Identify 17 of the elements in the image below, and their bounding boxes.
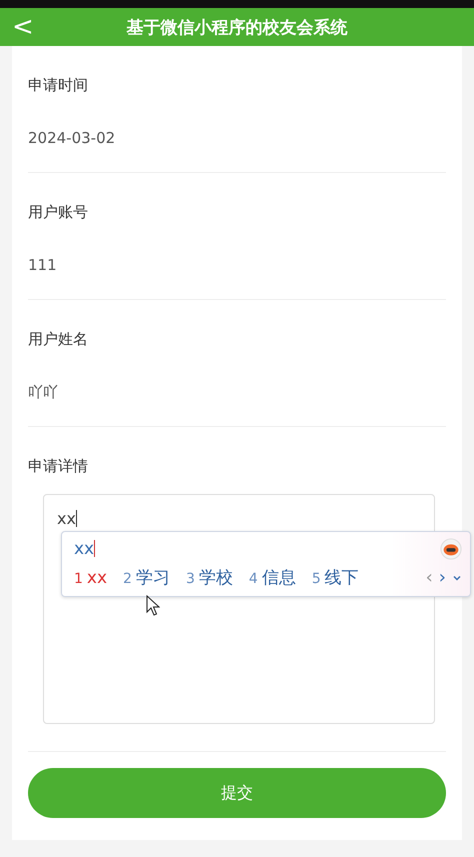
field-value: 111 [28, 256, 58, 274]
field-label: 用户姓名 [28, 330, 89, 349]
candidate-word[interactable]: 4 信息 [248, 566, 296, 589]
candidate-word[interactable]: 3 学校 [186, 566, 233, 589]
field-value: 2024-03-02 [28, 129, 116, 147]
composition-text: xx [74, 539, 96, 559]
page-title: 基于微信小程序的校友会系统 [126, 16, 348, 38]
field-value: 吖吖 [28, 383, 59, 402]
mascot-icon [440, 538, 462, 560]
field-label: 申请时间 [28, 76, 89, 95]
candidate-word[interactable]: 2 学习 [123, 566, 170, 589]
field-label: 申请详情 [28, 457, 89, 476]
field-label: 用户账号 [28, 203, 89, 222]
mouse-pointer-icon [146, 595, 160, 617]
next-page-button[interactable]: › [438, 567, 446, 588]
candidate-word[interactable]: 1 xx [74, 568, 108, 588]
candidate-word[interactable]: 5 线下 [312, 566, 359, 589]
